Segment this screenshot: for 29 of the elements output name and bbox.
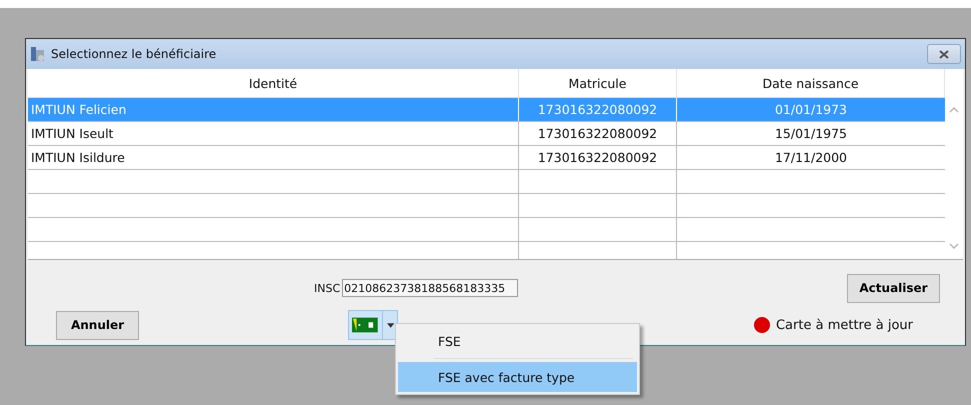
scroll-up-icon[interactable] — [949, 107, 959, 113]
insc-label: INSC — [314, 282, 340, 294]
insc-field[interactable]: 02108623738188568183335 — [342, 279, 518, 297]
menu-item[interactable]: FSE — [398, 326, 637, 356]
card-split-button[interactable] — [348, 310, 398, 340]
table-cell-text: 15/01/1975 — [774, 125, 848, 143]
table-cell: 173016322080092 — [519, 98, 677, 121]
column-header[interactable]: Matricule — [519, 69, 677, 97]
table-cell: 173016322080092 — [519, 122, 677, 145]
table-cell: IMTIUN Felicien — [28, 98, 519, 121]
scroll-down-icon[interactable] — [949, 243, 959, 249]
table-row[interactable]: IMTIUN Isildure 173016322080092 17/11/2000 — [28, 146, 945, 170]
close-icon — [938, 50, 950, 58]
status-text: Carte à mettre à jour — [776, 318, 913, 332]
window-title: Selectionnez le bénéficiaire — [51, 47, 218, 61]
table-cell: IMTIUN Isildure — [28, 146, 519, 169]
app-icon — [30, 46, 46, 62]
menu-item[interactable]: FSE avec facture type — [398, 362, 637, 392]
column-header[interactable]: Identité — [28, 69, 519, 97]
close-button[interactable] — [927, 44, 961, 64]
table-row[interactable]: IMTIUN Iseult 173016322080092 15/01/1975 — [28, 122, 945, 146]
table-cell: 173016322080092 — [519, 146, 677, 169]
refresh-button[interactable]: Actualiser — [847, 274, 940, 302]
caret-icon — [386, 322, 394, 328]
card-icon — [352, 317, 378, 333]
cancel-button[interactable]: Annuler — [56, 310, 139, 340]
table-cell-text: 17/11/2000 — [774, 149, 848, 167]
table-cell-text: 01/01/1973 — [774, 101, 848, 119]
table-cell: IMTIUN Iseult — [28, 122, 519, 145]
